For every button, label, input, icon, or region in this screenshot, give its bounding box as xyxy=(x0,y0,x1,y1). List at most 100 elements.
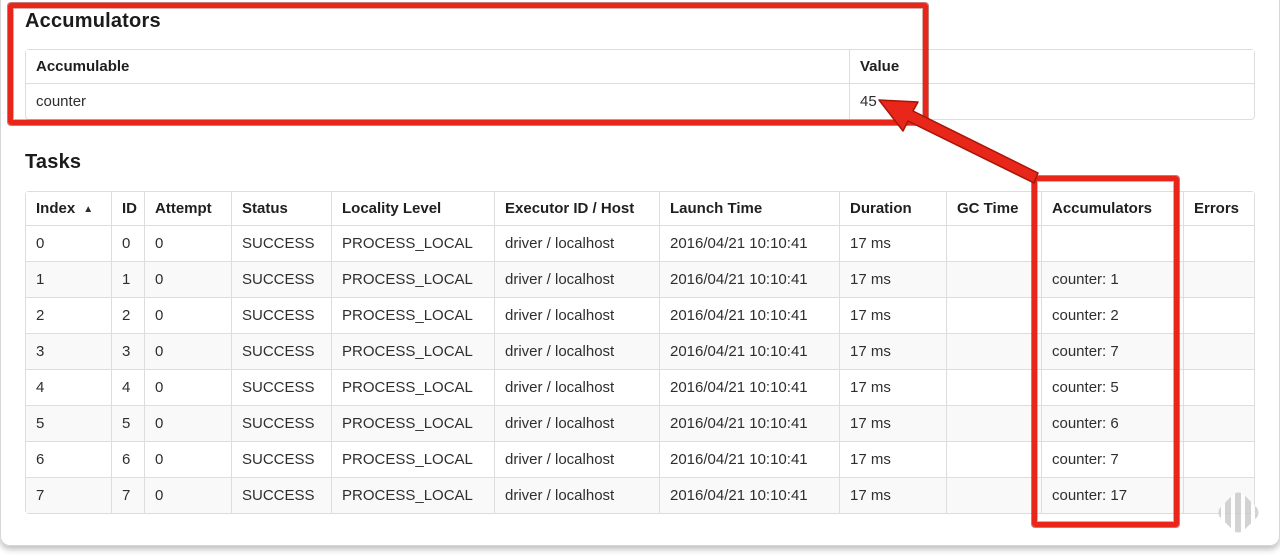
task-row: 7 7 0 SUCCESS PROCESS_LOCAL driver / loc… xyxy=(26,477,1254,513)
task-errors-cell xyxy=(1183,441,1254,477)
task-id-cell: 6 xyxy=(111,441,144,477)
task-attempt-cell: 0 xyxy=(144,441,231,477)
task-id-cell: 0 xyxy=(111,225,144,261)
task-locality-cell: PROCESS_LOCAL xyxy=(331,477,494,513)
task-locality-cell: PROCESS_LOCAL xyxy=(331,441,494,477)
task-attempt-cell: 0 xyxy=(144,333,231,369)
column-header-index[interactable]: Index ▲ xyxy=(26,192,111,225)
task-errors-cell xyxy=(1183,369,1254,405)
task-executor-cell: driver / localhost xyxy=(494,333,659,369)
task-id-cell: 2 xyxy=(111,297,144,333)
accumulators-section-title: Accumulators xyxy=(25,10,161,32)
task-locality-cell: PROCESS_LOCAL xyxy=(331,225,494,261)
task-id-cell: 7 xyxy=(111,477,144,513)
column-header-attempt[interactable]: Attempt xyxy=(144,192,231,225)
task-duration-cell: 17 ms xyxy=(839,477,946,513)
task-id-cell: 5 xyxy=(111,405,144,441)
accumulator-row: counter 45 xyxy=(26,83,1254,119)
task-launch-time-cell: 2016/04/21 10:10:41 xyxy=(659,405,839,441)
column-header-locality-level[interactable]: Locality Level xyxy=(331,192,494,225)
column-header-duration[interactable]: Duration xyxy=(839,192,946,225)
column-header-gc-time[interactable]: GC Time xyxy=(946,192,1041,225)
task-status-cell: SUCCESS xyxy=(231,477,331,513)
task-errors-cell xyxy=(1183,297,1254,333)
task-executor-cell: driver / localhost xyxy=(494,297,659,333)
task-row: 1 1 0 SUCCESS PROCESS_LOCAL driver / loc… xyxy=(26,261,1254,297)
task-index-cell: 2 xyxy=(26,297,111,333)
task-index-cell: 5 xyxy=(26,405,111,441)
sort-ascending-icon: ▲ xyxy=(83,204,94,215)
task-errors-cell xyxy=(1183,333,1254,369)
task-errors-cell xyxy=(1183,405,1254,441)
task-executor-cell: driver / localhost xyxy=(494,441,659,477)
task-gc-time-cell xyxy=(946,369,1041,405)
task-launch-time-cell: 2016/04/21 10:10:41 xyxy=(659,333,839,369)
task-status-cell: SUCCESS xyxy=(231,369,331,405)
task-index-cell: 7 xyxy=(26,477,111,513)
task-status-cell: SUCCESS xyxy=(231,297,331,333)
column-header-id[interactable]: ID xyxy=(111,192,144,225)
task-launch-time-cell: 2016/04/21 10:10:41 xyxy=(659,369,839,405)
task-duration-cell: 17 ms xyxy=(839,261,946,297)
task-row: 3 3 0 SUCCESS PROCESS_LOCAL driver / loc… xyxy=(26,333,1254,369)
column-header-launch-time[interactable]: Launch Time xyxy=(659,192,839,225)
task-executor-cell: driver / localhost xyxy=(494,225,659,261)
task-gc-time-cell xyxy=(946,297,1041,333)
tasks-table: Index ▲ ID Attempt Status Locality Level … xyxy=(25,191,1255,514)
task-attempt-cell: 0 xyxy=(144,297,231,333)
accumulable-value-cell: 45 xyxy=(849,83,1254,119)
task-gc-time-cell xyxy=(946,261,1041,297)
task-row: 4 4 0 SUCCESS PROCESS_LOCAL driver / loc… xyxy=(26,369,1254,405)
task-launch-time-cell: 2016/04/21 10:10:41 xyxy=(659,225,839,261)
column-header-accumulators[interactable]: Accumulators xyxy=(1041,192,1183,225)
task-attempt-cell: 0 xyxy=(144,225,231,261)
task-accumulators-cell: counter: 1 xyxy=(1041,261,1183,297)
task-attempt-cell: 0 xyxy=(144,261,231,297)
task-id-cell: 1 xyxy=(111,261,144,297)
task-launch-time-cell: 2016/04/21 10:10:41 xyxy=(659,441,839,477)
task-status-cell: SUCCESS xyxy=(231,405,331,441)
task-status-cell: SUCCESS xyxy=(231,225,331,261)
column-header-accumulable[interactable]: Accumulable xyxy=(26,50,849,83)
column-header-errors[interactable]: Errors xyxy=(1183,192,1254,225)
task-duration-cell: 17 ms xyxy=(839,369,946,405)
task-gc-time-cell xyxy=(946,441,1041,477)
task-gc-time-cell xyxy=(946,225,1041,261)
task-executor-cell: driver / localhost xyxy=(494,405,659,441)
task-launch-time-cell: 2016/04/21 10:10:41 xyxy=(659,297,839,333)
task-launch-time-cell: 2016/04/21 10:10:41 xyxy=(659,261,839,297)
task-executor-cell: driver / localhost xyxy=(494,369,659,405)
task-row: 6 6 0 SUCCESS PROCESS_LOCAL driver / loc… xyxy=(26,441,1254,477)
task-locality-cell: PROCESS_LOCAL xyxy=(331,297,494,333)
task-index-cell: 4 xyxy=(26,369,111,405)
task-id-cell: 3 xyxy=(111,333,144,369)
task-locality-cell: PROCESS_LOCAL xyxy=(331,261,494,297)
task-row: 0 0 0 SUCCESS PROCESS_LOCAL driver / loc… xyxy=(26,225,1254,261)
task-row: 5 5 0 SUCCESS PROCESS_LOCAL driver / loc… xyxy=(26,405,1254,441)
accumulable-name-cell: counter xyxy=(26,83,849,119)
task-locality-cell: PROCESS_LOCAL xyxy=(331,333,494,369)
task-launch-time-cell: 2016/04/21 10:10:41 xyxy=(659,477,839,513)
task-status-cell: SUCCESS xyxy=(231,441,331,477)
task-gc-time-cell xyxy=(946,333,1041,369)
tasks-table-header-row: Index ▲ ID Attempt Status Locality Level … xyxy=(26,192,1254,225)
task-attempt-cell: 0 xyxy=(144,369,231,405)
column-header-executor-id-host[interactable]: Executor ID / Host xyxy=(494,192,659,225)
task-duration-cell: 17 ms xyxy=(839,441,946,477)
task-gc-time-cell xyxy=(946,405,1041,441)
task-accumulators-cell: counter: 6 xyxy=(1041,405,1183,441)
task-locality-cell: PROCESS_LOCAL xyxy=(331,369,494,405)
column-header-status[interactable]: Status xyxy=(231,192,331,225)
task-row: 2 2 0 SUCCESS PROCESS_LOCAL driver / loc… xyxy=(26,297,1254,333)
task-index-cell: 6 xyxy=(26,441,111,477)
task-executor-cell: driver / localhost xyxy=(494,477,659,513)
task-index-cell: 3 xyxy=(26,333,111,369)
task-attempt-cell: 0 xyxy=(144,477,231,513)
column-header-value[interactable]: Value xyxy=(849,50,1254,83)
task-status-cell: SUCCESS xyxy=(231,333,331,369)
task-status-cell: SUCCESS xyxy=(231,261,331,297)
task-duration-cell: 17 ms xyxy=(839,225,946,261)
task-attempt-cell: 0 xyxy=(144,405,231,441)
task-accumulators-cell: counter: 7 xyxy=(1041,333,1183,369)
accumulators-table: Accumulable Value counter 45 xyxy=(25,49,1255,120)
